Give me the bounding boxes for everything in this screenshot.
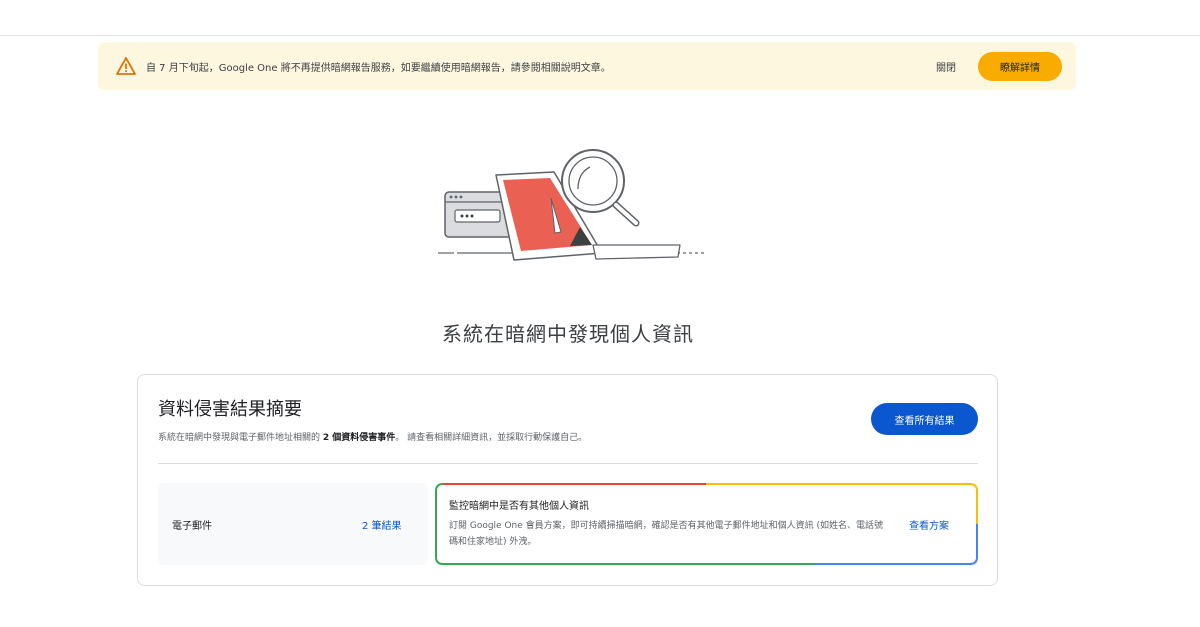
warning-icon bbox=[116, 57, 136, 75]
summary-title: 資料侵害結果摘要 bbox=[158, 399, 302, 420]
summary-subtitle-end: 。 請查看相關詳細資訊，並採取行動保護自己。 bbox=[395, 433, 588, 443]
email-results-link[interactable]: 2 筆結果 bbox=[362, 517, 402, 532]
summary-subtitle: 系統在暗網中發現與電子郵件地址相關的 2 個資料侵害事件。 請查看相關詳細資訊，… bbox=[158, 430, 587, 443]
monitor-promo-box: 監控暗網中是否有其他個人資訊 訂閱 Google One 會員方案，即可持續掃描… bbox=[435, 483, 978, 565]
breach-count: 2 個資料侵害事件 bbox=[322, 433, 396, 443]
view-plans-link[interactable]: 查看方案 bbox=[909, 517, 949, 532]
monitor-title: 監控暗網中是否有其他個人資訊 bbox=[449, 501, 589, 512]
divider bbox=[158, 463, 978, 464]
close-banner-button[interactable]: 關閉 bbox=[936, 59, 956, 74]
email-label: 電子郵件 bbox=[172, 521, 212, 532]
top-bar bbox=[0, 0, 1200, 36]
learn-more-button[interactable]: 瞭解詳情 bbox=[978, 51, 1062, 81]
summary-subtitle-start: 系統在暗網中發現與電子郵件地址相關的 bbox=[158, 433, 321, 443]
breach-summary-card: 資料侵害結果摘要 系統在暗網中發現與電子郵件地址相關的 2 個資料侵害事件。 請… bbox=[137, 374, 998, 586]
email-result-row[interactable]: 電子郵件 2 筆結果 bbox=[158, 483, 428, 565]
dark-web-illustration bbox=[438, 149, 704, 261]
banner-message: 自 7 月下旬起，Google One 將不再提供暗網報告服務，如要繼續使用暗網… bbox=[146, 62, 611, 74]
page-headline: 系統在暗網中發現個人資訊 bbox=[442, 322, 694, 346]
monitor-description: 訂閱 Google One 會員方案，即可持續掃描暗網，確認是否有其他電子郵件地… bbox=[449, 521, 884, 547]
notice-banner: 自 7 月下旬起，Google One 將不再提供暗網報告服務，如要繼續使用暗網… bbox=[98, 42, 1076, 90]
view-all-results-button[interactable]: 查看所有結果 bbox=[871, 403, 978, 435]
